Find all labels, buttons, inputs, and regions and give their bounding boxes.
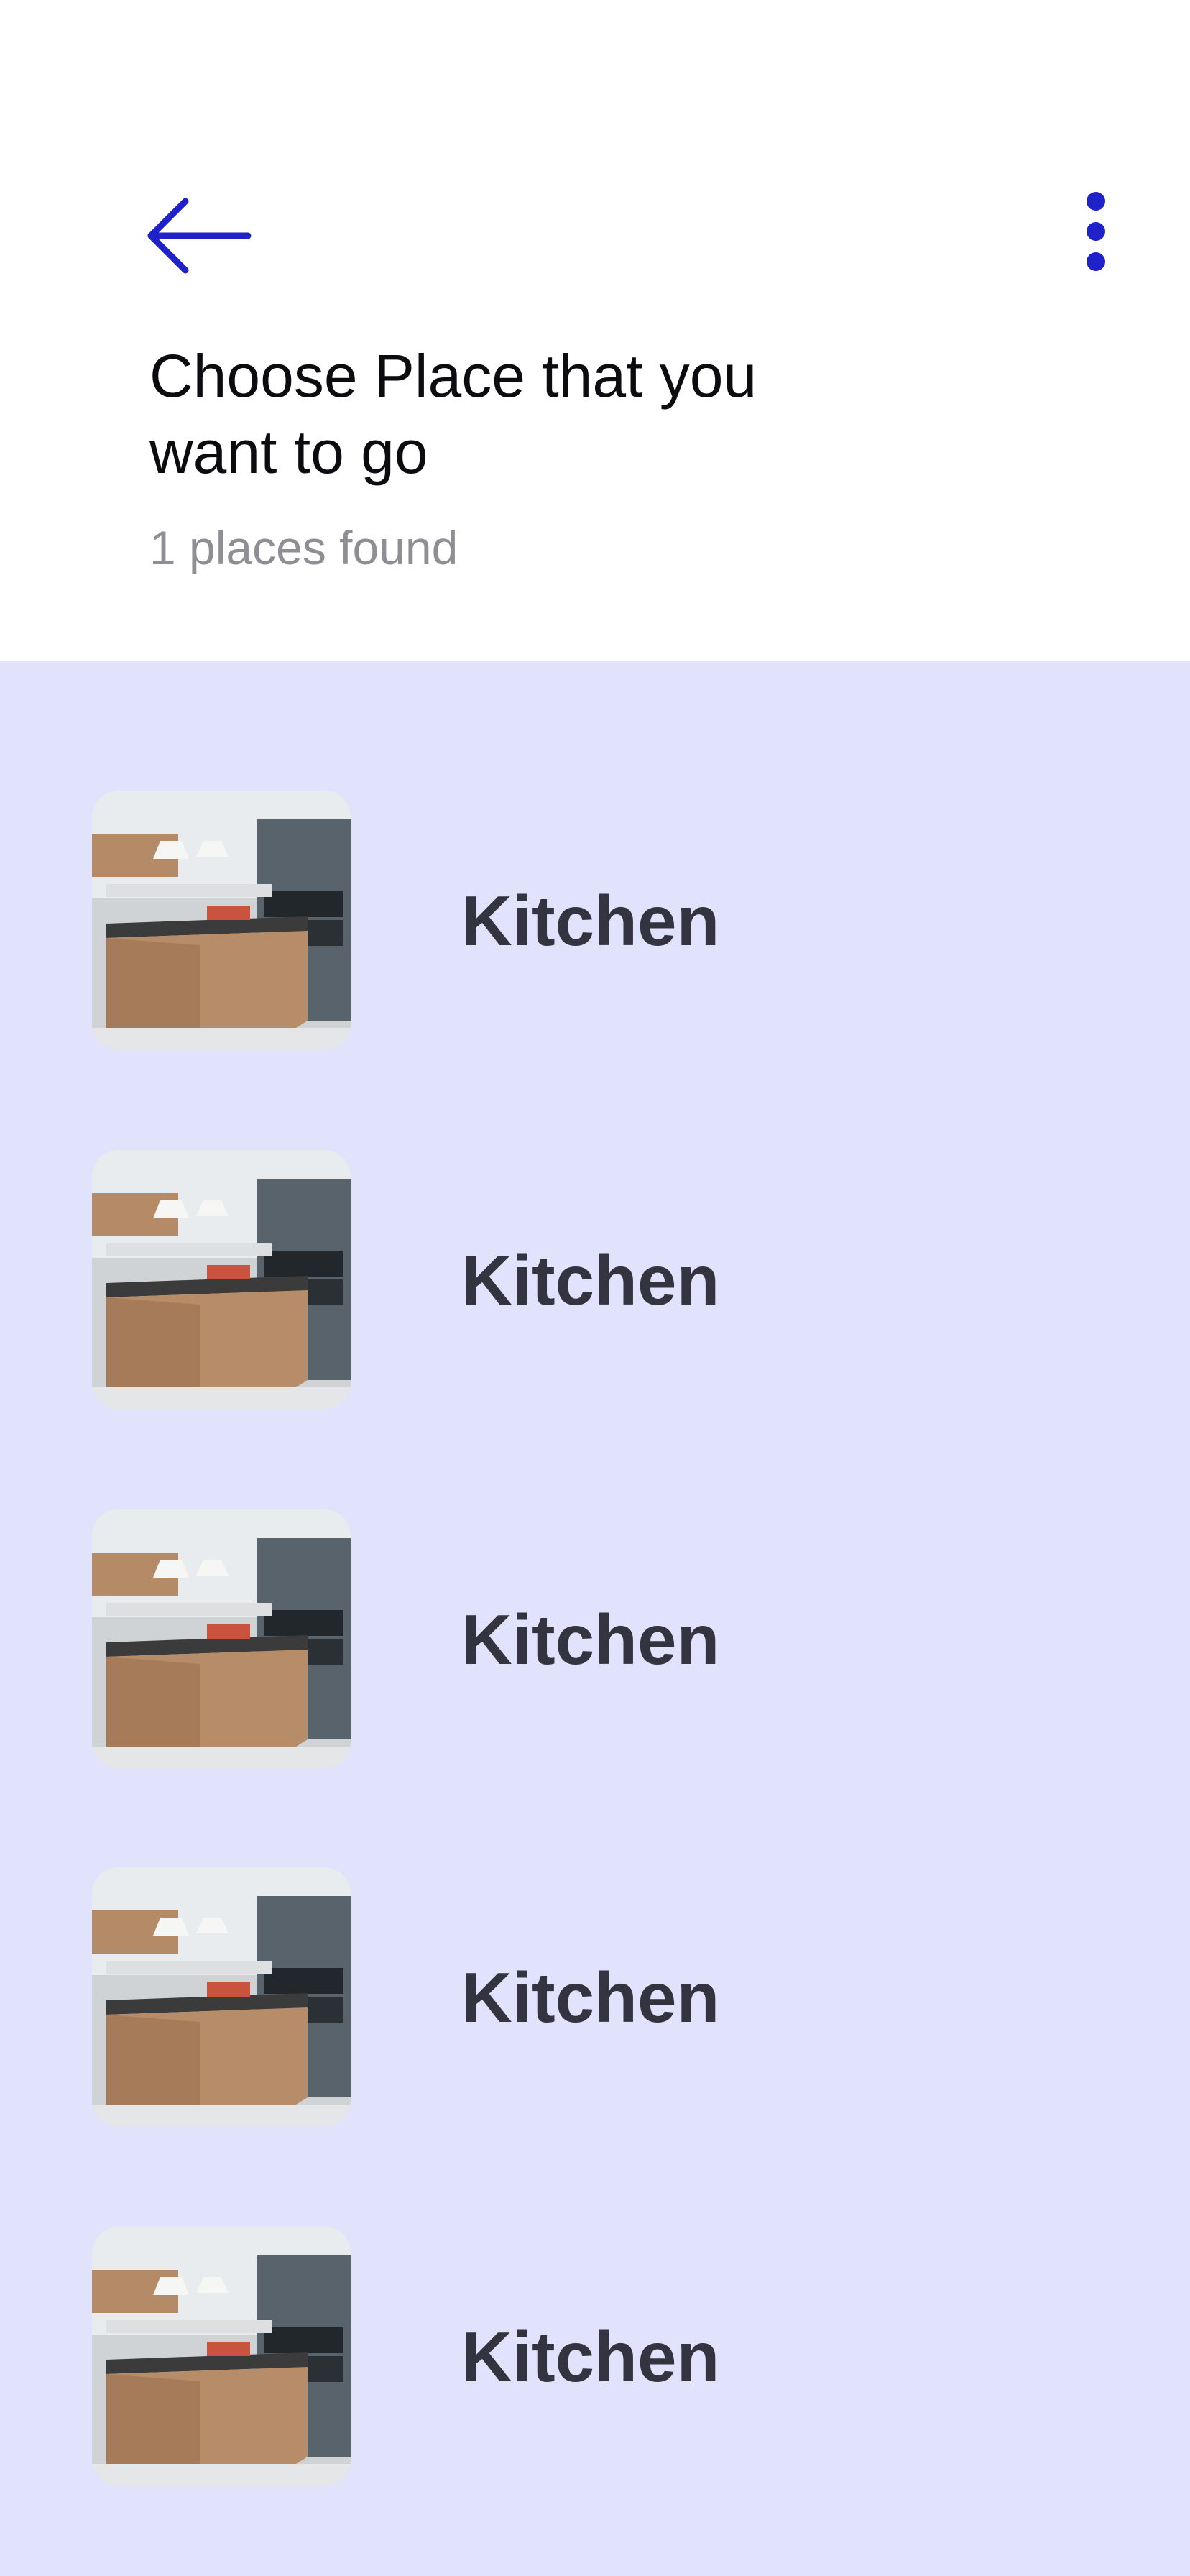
list-item[interactable]: Kitchen (92, 1150, 1098, 1409)
kitchen-photo-icon (92, 1867, 351, 2126)
arrow-left-icon (147, 198, 252, 274)
kitchen-thumbnail (92, 1150, 351, 1409)
kitchen-thumbnail (92, 791, 351, 1049)
place-label: Kitchen (461, 1958, 720, 2037)
more-vertical-icon (1087, 192, 1105, 271)
header: Choose Place that you want to go 1 place… (0, 0, 1190, 661)
places-list: Kitchen Kitchen Kitchen Kitchen Kitchen (0, 661, 1190, 2576)
place-label: Kitchen (461, 881, 720, 960)
kitchen-thumbnail (92, 1509, 351, 1768)
kitchen-thumbnail (92, 1867, 351, 2126)
kitchen-photo-icon (92, 2227, 351, 2485)
list-item[interactable]: Kitchen (92, 1509, 1098, 1768)
place-label: Kitchen (461, 1241, 720, 1320)
back-button[interactable] (144, 194, 252, 280)
page-title: Choose Place that you want to go (149, 342, 757, 486)
place-label: Kitchen (461, 1600, 720, 1679)
kitchen-photo-icon (92, 1150, 351, 1409)
kitchen-photo-icon (92, 1509, 351, 1768)
kitchen-photo-icon (92, 791, 351, 1049)
list-item[interactable]: Kitchen (92, 791, 1098, 1049)
results-count: 1 places found (149, 521, 458, 574)
list-item[interactable]: Kitchen (92, 1867, 1098, 2126)
place-label: Kitchen (461, 2317, 720, 2396)
more-options-button[interactable] (1071, 188, 1121, 275)
list-item[interactable]: Kitchen (92, 2227, 1098, 2485)
kitchen-thumbnail (92, 2227, 351, 2485)
